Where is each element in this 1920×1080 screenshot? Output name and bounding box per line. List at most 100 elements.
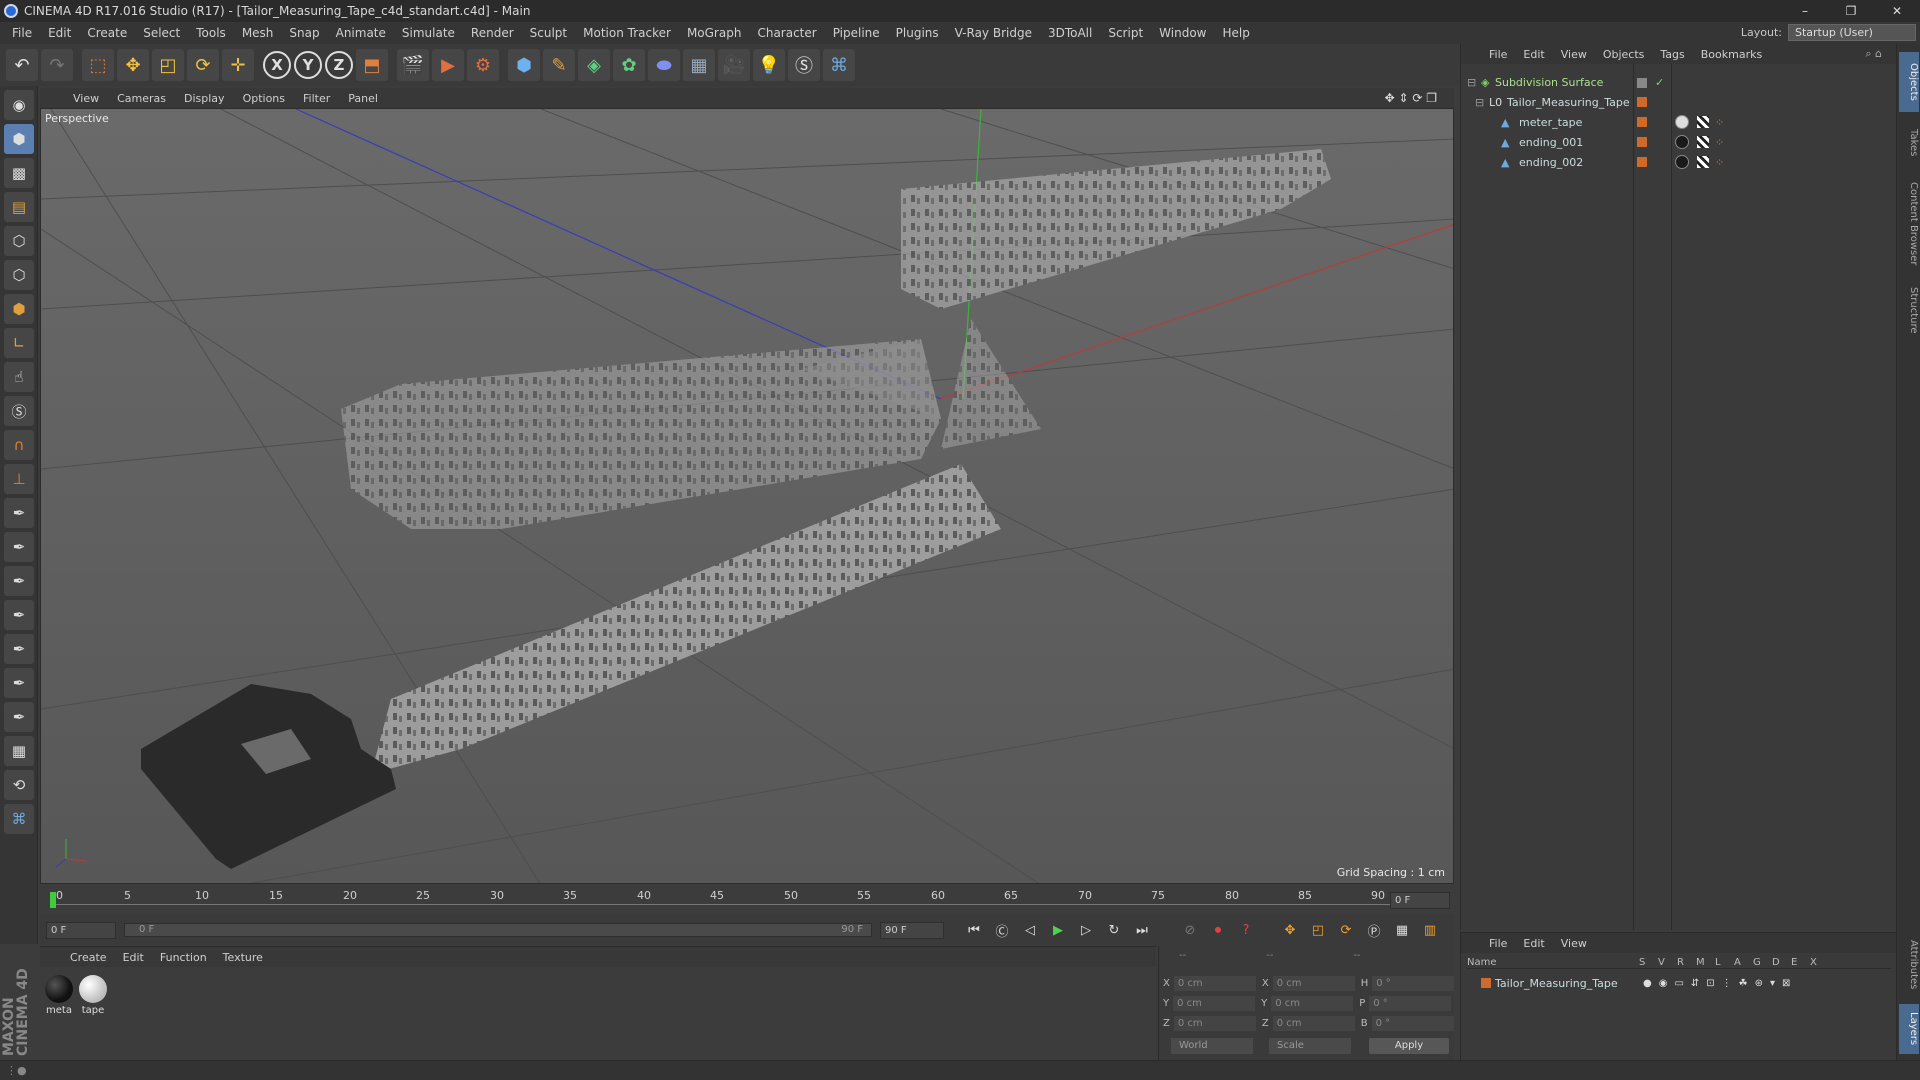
close-button[interactable]: ✕ — [1874, 0, 1920, 22]
material-meta[interactable]: meta — [44, 975, 74, 1016]
object-row-tailor-measuring-tape[interactable]: ⊟ L0 Tailor_Measuring_Tape — [1461, 93, 1897, 112]
phong-tag-icon[interactable]: ⁘ — [1715, 156, 1724, 169]
object-row-meter-tape[interactable]: ▲ meter_tape ⁘ — [1461, 113, 1897, 132]
mograph-cloner-icon[interactable]: ✿ — [613, 49, 645, 81]
menu-file[interactable]: File — [4, 26, 40, 40]
make-editable-icon[interactable]: ◉ — [4, 90, 34, 120]
viewport-menu-options[interactable]: Options — [234, 92, 294, 105]
key-pla-icon[interactable]: ▦ — [1390, 918, 1414, 942]
model-mode-icon[interactable]: ⬢ — [4, 124, 34, 154]
edit-render-settings-icon[interactable]: ⚙ — [467, 49, 499, 81]
material-menu-edit[interactable]: Edit — [115, 951, 152, 964]
y-axis-icon[interactable]: Y — [294, 51, 322, 79]
material-tag-icon[interactable] — [1675, 135, 1689, 149]
position-y-field[interactable]: 0 cm — [1173, 996, 1256, 1011]
tab-objects[interactable]: Objects — [1899, 52, 1919, 112]
rotation-h-field[interactable]: 0 ° — [1372, 976, 1455, 991]
record-disabled-icon[interactable]: ⊘ — [1178, 918, 1202, 942]
menu-create[interactable]: Create — [79, 26, 135, 40]
menu-select[interactable]: Select — [135, 26, 188, 40]
object-row-ending-001[interactable]: ▲ ending_001 ⁘ — [1461, 133, 1897, 152]
key-scale-icon[interactable]: ◰ — [1306, 918, 1330, 942]
viewport-menu-cameras[interactable]: Cameras — [108, 92, 175, 105]
menu-3dtoall[interactable]: 3DToAll — [1040, 26, 1100, 40]
render-picture-viewer-icon[interactable]: ▶ — [432, 49, 464, 81]
vray-icon[interactable]: Ⓢ — [788, 49, 820, 81]
viewport-menu-filter[interactable]: Filter — [294, 92, 339, 105]
frame-range-slider[interactable]: 0 F 90 F — [124, 923, 872, 937]
sculpt-pinch-icon[interactable]: ✒ — [4, 668, 34, 698]
autokey-icon[interactable]: ? — [1234, 918, 1258, 942]
material-menu-texture[interactable]: Texture — [215, 951, 271, 964]
material-tape[interactable]: tape — [78, 975, 108, 1016]
snap-icon[interactable]: Ⓢ — [4, 396, 34, 426]
menu-mesh[interactable]: Mesh — [234, 26, 282, 40]
viewport-menu-panel[interactable]: Panel — [339, 92, 387, 105]
menu-window[interactable]: Window — [1151, 26, 1214, 40]
menu-vray-bridge[interactable]: V-Ray Bridge — [947, 26, 1040, 40]
camera-icon[interactable]: 🎥 — [718, 49, 750, 81]
magnet-icon[interactable]: ∩ — [4, 430, 34, 460]
key-param-icon[interactable]: Ⓟ — [1362, 918, 1386, 942]
material-menu-create[interactable]: Create — [62, 951, 115, 964]
layers-menu-edit[interactable]: Edit — [1515, 937, 1552, 950]
key-position-icon[interactable]: ✥ — [1278, 918, 1302, 942]
points-mode-icon[interactable]: ⬡ — [4, 226, 34, 256]
timeline-ruler[interactable]: 0 5 10 15 20 25 30 35 40 45 50 55 60 65 … — [40, 886, 1454, 914]
material-tag-icon[interactable] — [1675, 155, 1689, 169]
texture-tag-icon[interactable] — [1697, 136, 1709, 148]
menu-script[interactable]: Script — [1100, 26, 1151, 40]
layers-menu-view[interactable]: View — [1553, 937, 1595, 950]
axis-mode-icon[interactable]: ∟ — [4, 328, 34, 358]
move-icon[interactable]: ✥ — [117, 49, 149, 81]
menu-sculpt[interactable]: Sculpt — [522, 26, 575, 40]
size-y-field[interactable]: 0 cm — [1271, 996, 1354, 1011]
tweak-mode-icon[interactable]: ☝ — [4, 362, 34, 392]
menu-help[interactable]: Help — [1214, 26, 1257, 40]
transform-icon[interactable]: ✛ — [222, 49, 254, 81]
start-frame-field[interactable]: 0 F — [46, 921, 116, 939]
z-axis-icon[interactable]: Z — [325, 51, 353, 79]
menu-render[interactable]: Render — [463, 26, 522, 40]
texture-tag-icon[interactable] — [1697, 156, 1709, 168]
tab-attributes[interactable]: Attributes — [1899, 930, 1919, 1000]
end-frame-field[interactable]: 90 F — [880, 921, 944, 939]
search-icon[interactable]: ⌕ ⌂ — [1857, 47, 1890, 61]
current-frame-field[interactable]: 0 F — [1390, 892, 1450, 909]
python-icon[interactable]: ⌘ — [823, 49, 855, 81]
rotation-b-field[interactable]: 0 ° — [1371, 1016, 1454, 1031]
tab-structure[interactable]: Structure — [1899, 280, 1919, 340]
viewport-menu-display[interactable]: Display — [175, 92, 234, 105]
layer-row[interactable]: Tailor_Measuring_Tape ●◉▭⇵⊡⋮☘⊛▾⊠ — [1467, 975, 1891, 991]
record-active-icon[interactable]: ⏺ — [1206, 918, 1230, 942]
object-row-ending-002[interactable]: ▲ ending_002 ⁘ — [1461, 153, 1897, 172]
sculpt-brush-icon[interactable]: ✒ — [4, 498, 34, 528]
sculpt-inflate-icon[interactable]: ✒ — [4, 600, 34, 630]
objects-menu-edit[interactable]: Edit — [1515, 48, 1552, 61]
apply-button[interactable]: Apply — [1369, 1038, 1449, 1054]
object-row-subdivision-surface[interactable]: ⊟ ◈ Subdivision Surface ✓ — [1461, 73, 1897, 92]
layout-select[interactable]: Startup (User) — [1788, 24, 1916, 41]
material-menu-function[interactable]: Function — [152, 951, 215, 964]
edges-mode-icon[interactable]: ⬡ — [4, 260, 34, 290]
position-x-field[interactable]: 0 cm — [1173, 976, 1256, 991]
go-to-start-icon[interactable]: ⏮ — [962, 918, 986, 942]
viewport-menu-view[interactable]: View — [64, 92, 108, 105]
menu-tools[interactable]: Tools — [188, 26, 234, 40]
menu-pipeline[interactable]: Pipeline — [825, 26, 888, 40]
workplane-icon[interactable]: ▤ — [4, 192, 34, 222]
material-tag-icon[interactable] — [1675, 115, 1689, 129]
sculpt-smooth-icon[interactable]: ✒ — [4, 566, 34, 596]
sculpt-flatten-icon[interactable]: ✒ — [4, 634, 34, 664]
light-icon[interactable]: 💡 — [753, 49, 785, 81]
key-rotation-icon[interactable]: ⟳ — [1334, 918, 1358, 942]
menu-mograph[interactable]: MoGraph — [679, 26, 750, 40]
layers-menu-file[interactable]: File — [1481, 937, 1515, 950]
floor-icon[interactable]: ▦ — [683, 49, 715, 81]
phong-tag-icon[interactable]: ⁘ — [1715, 136, 1724, 149]
redo-icon[interactable]: ↷ — [41, 49, 73, 81]
rotate-icon[interactable]: ⟳ — [187, 49, 219, 81]
objects-menu-bookmarks[interactable]: Bookmarks — [1693, 48, 1770, 61]
coord-scale-dropdown[interactable]: Scale — [1269, 1038, 1351, 1054]
tab-layers[interactable]: Layers — [1899, 1004, 1919, 1054]
